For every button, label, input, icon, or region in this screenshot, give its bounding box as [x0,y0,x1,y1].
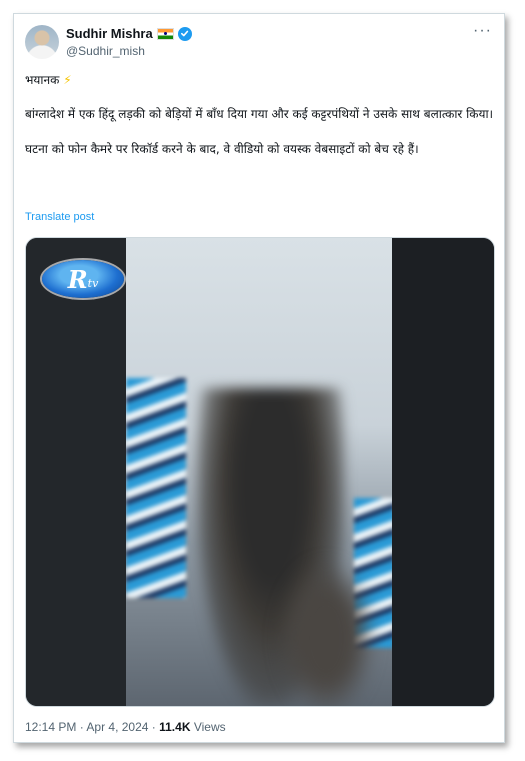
more-options-icon[interactable]: ··· [473,22,492,40]
rtv-logo-icon: R tv [42,260,124,298]
blurred-figure-lower [276,558,376,706]
views-count: 11.4K [159,720,191,734]
post-text: भयानक ⚡ बांग्लादेश में एक हिंदू लड़की को… [25,71,495,175]
lightning-emoji-icon: ⚡ [63,73,72,87]
video-pillarbox-right [392,238,494,706]
author-row: Sudhir Mishra [66,26,192,41]
video-pillarbox-left [26,238,128,706]
post-date[interactable]: Apr 4, 2024 [86,720,148,734]
post-meta: 12:14 PM · Apr 4, 2024 · 11.4K Views [25,720,226,734]
author-handle[interactable]: @Sudhir_mish [66,44,145,58]
video-frame [126,238,394,706]
verified-badge-icon[interactable] [177,26,192,41]
striped-cloth [126,378,186,598]
post-time[interactable]: 12:14 PM [25,720,76,734]
post-text-word: भयानक [25,73,60,87]
post-line-1: भयानक ⚡ [25,71,495,89]
post-paragraph-3: घटना को फोन कैमरे पर रिकॉर्ड करने के बाद… [25,142,419,156]
author-name[interactable]: Sudhir Mishra [66,26,153,41]
logo-letter: R [67,264,88,294]
meta-separator: · [79,720,84,734]
translate-post-link[interactable]: Translate post [25,211,94,223]
avatar[interactable] [25,25,59,59]
meta-separator: · [151,720,156,734]
post-video[interactable]: R tv [25,237,495,707]
post-paragraph-2: बांग्लादेश में एक हिंदू लड़की को बेड़ियो… [25,107,494,121]
logo-suffix: tv [87,276,99,290]
tweet-card: Sudhir Mishra @Sudhir_mish ··· भयानक ⚡ ब… [13,13,505,743]
india-flag-icon [156,27,174,40]
views-label: Views [193,720,226,734]
